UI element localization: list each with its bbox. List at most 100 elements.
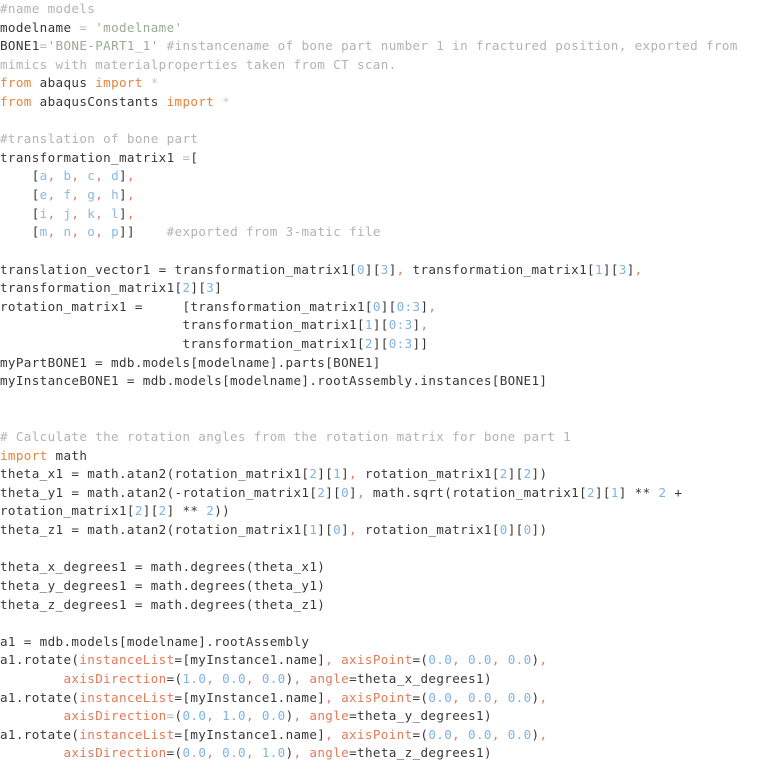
code-token-plain: =(: [412, 689, 429, 705]
code-token-number: 3: [380, 261, 389, 277]
code-token-number: 3: [206, 280, 215, 296]
code-token-plain: =[myInstance1.name]: [174, 689, 326, 705]
code-token-kwarg: axisDirection: [63, 670, 167, 686]
code-token-plain: ][: [364, 261, 381, 277]
code-token-plain: ][: [602, 261, 619, 277]
code-token-punct: ,: [452, 652, 461, 668]
code-token-punct: ,: [206, 745, 215, 761]
code-token-plain: =(: [412, 652, 429, 668]
code-token-plain: abaqusConstants: [31, 94, 167, 110]
code-token-kwarg: axisPoint: [341, 689, 413, 705]
code-token-number: 0.0: [261, 708, 286, 724]
code-token-var: e: [39, 187, 48, 203]
code-token-plain: ][: [325, 484, 342, 500]
code-line: axisDirection=(0.0, 1.0, 0.0), angle=the…: [0, 707, 784, 726]
code-token-plain: a1.rotate(: [0, 689, 80, 705]
code-token-number: 0.0: [222, 670, 246, 686]
code-token-number: 2: [499, 466, 508, 482]
code-token-plain: =theta_z_degrees1): [349, 745, 492, 761]
code-token-number: 0.0: [261, 670, 286, 686]
code-listing[interactable]: #name models modelname = 'modelname' BONE1…: [0, 0, 784, 763]
code-line: #name models: [0, 0, 784, 19]
code-token-punct: ,: [396, 261, 405, 277]
code-line: myInstanceBONE1 = mdb.models[modelname].…: [0, 372, 784, 391]
code-token-kwarg: instanceList: [79, 726, 175, 742]
code-token-plain: a1.rotate(: [0, 652, 80, 668]
code-token-plain: ]: [626, 261, 635, 277]
code-token-number: 0: [372, 298, 381, 314]
code-token-punct: ,: [428, 298, 437, 314]
code-line: translation_vector1 = transformation_mat…: [0, 261, 784, 280]
code-token-comment: #exported from 3-matic file: [134, 224, 381, 240]
code-token-plain: =[myInstance1.name]: [174, 652, 326, 668]
code-line: a1.rotate(instanceList=[myInstance1.name…: [0, 651, 784, 670]
code-token-plain: theta_z_degrees1 = math.degrees(theta_z1…: [0, 596, 326, 612]
code-token-comment: # Calculate the rotation angles from the…: [0, 429, 572, 445]
code-token-plain: ]: [119, 168, 127, 184]
code-line: #translation of bone part: [0, 130, 784, 149]
code-token-op: =: [39, 38, 48, 54]
code-token-number: 0: [356, 261, 365, 277]
code-token-punct: ,: [491, 689, 500, 705]
code-token-punct: ,: [95, 205, 104, 221]
code-token-plain: ][: [317, 466, 334, 482]
code-token-punct: ,: [126, 187, 135, 203]
code-token-keyword: from: [0, 94, 32, 110]
code-token-punct: ,: [95, 224, 104, 240]
code-token-number: 0.0: [507, 652, 532, 668]
code-line: BONE1='BONE-PART1_1' #instancename of bo…: [0, 37, 784, 56]
code-token-plain: =(: [166, 670, 183, 686]
code-token-kwarg: angle: [309, 708, 350, 724]
code-token-punct: ,: [325, 689, 334, 705]
code-token-plain: myInstanceBONE1 = mdb.models[modelname].…: [0, 373, 548, 389]
code-line: transformation_matrix1[2][0:3]]: [0, 335, 784, 354]
code-token-plain: rotation_matrix1[: [0, 503, 135, 519]
code-token-plain: =[myInstance1.name]: [174, 726, 326, 742]
code-token-star: *: [142, 75, 159, 91]
code-token-punct: ,: [491, 726, 500, 742]
code-token-plain: ][: [507, 522, 524, 538]
code-token-punct: ,: [452, 726, 461, 742]
code-token-keyword: import: [0, 447, 48, 463]
code-token-plain: ]): [531, 466, 548, 482]
code-token-plain: )): [214, 503, 231, 519]
code-token-comment: #name models: [0, 1, 96, 16]
code-line: a1.rotate(instanceList=[myInstance1.name…: [0, 726, 784, 745]
code-token-number: 2: [364, 335, 373, 351]
code-token-number: 0:3: [388, 335, 413, 351]
code-token-plain: ][: [317, 522, 334, 538]
code-token-number: 0.0: [507, 726, 532, 742]
code-token-number: 0.0: [222, 745, 246, 761]
code-token-plain: ]): [531, 522, 548, 538]
code-token-number: 1: [610, 484, 619, 500]
code-token-plain: =theta_x_degrees1): [349, 670, 492, 686]
code-line: [i, j, k, l],: [0, 205, 784, 224]
code-token-punct: ,: [95, 187, 104, 203]
code-line: theta_z_degrees1 = math.degrees(theta_z1…: [0, 596, 784, 615]
code-token-punct: ,: [325, 726, 334, 742]
code-line: a1 = mdb.models[modelname].rootAssembly: [0, 633, 784, 652]
code-token-plain: a1.rotate(: [0, 726, 80, 742]
code-token-plain: ]]: [119, 224, 135, 240]
code-token-number: 0.0: [428, 689, 453, 705]
code-line: theta_y1 = math.atan2(-rotation_matrix1[…: [0, 484, 784, 503]
code-line: myPartBONE1 = mdb.models[modelname].part…: [0, 354, 784, 373]
code-token-plain: theta_y1 = math.atan2(-rotation_matrix1[: [0, 484, 318, 500]
code-token-comment: #translation of bone part: [0, 131, 199, 147]
code-token-plain: ][: [372, 317, 389, 333]
code-line: [e, f, g, h],: [0, 186, 784, 205]
code-token-plain: theta_y_degrees1 = math.degrees(theta_y1…: [0, 577, 326, 593]
code-token-number: 1: [333, 466, 342, 482]
code-token-plain: ] **: [166, 503, 207, 519]
